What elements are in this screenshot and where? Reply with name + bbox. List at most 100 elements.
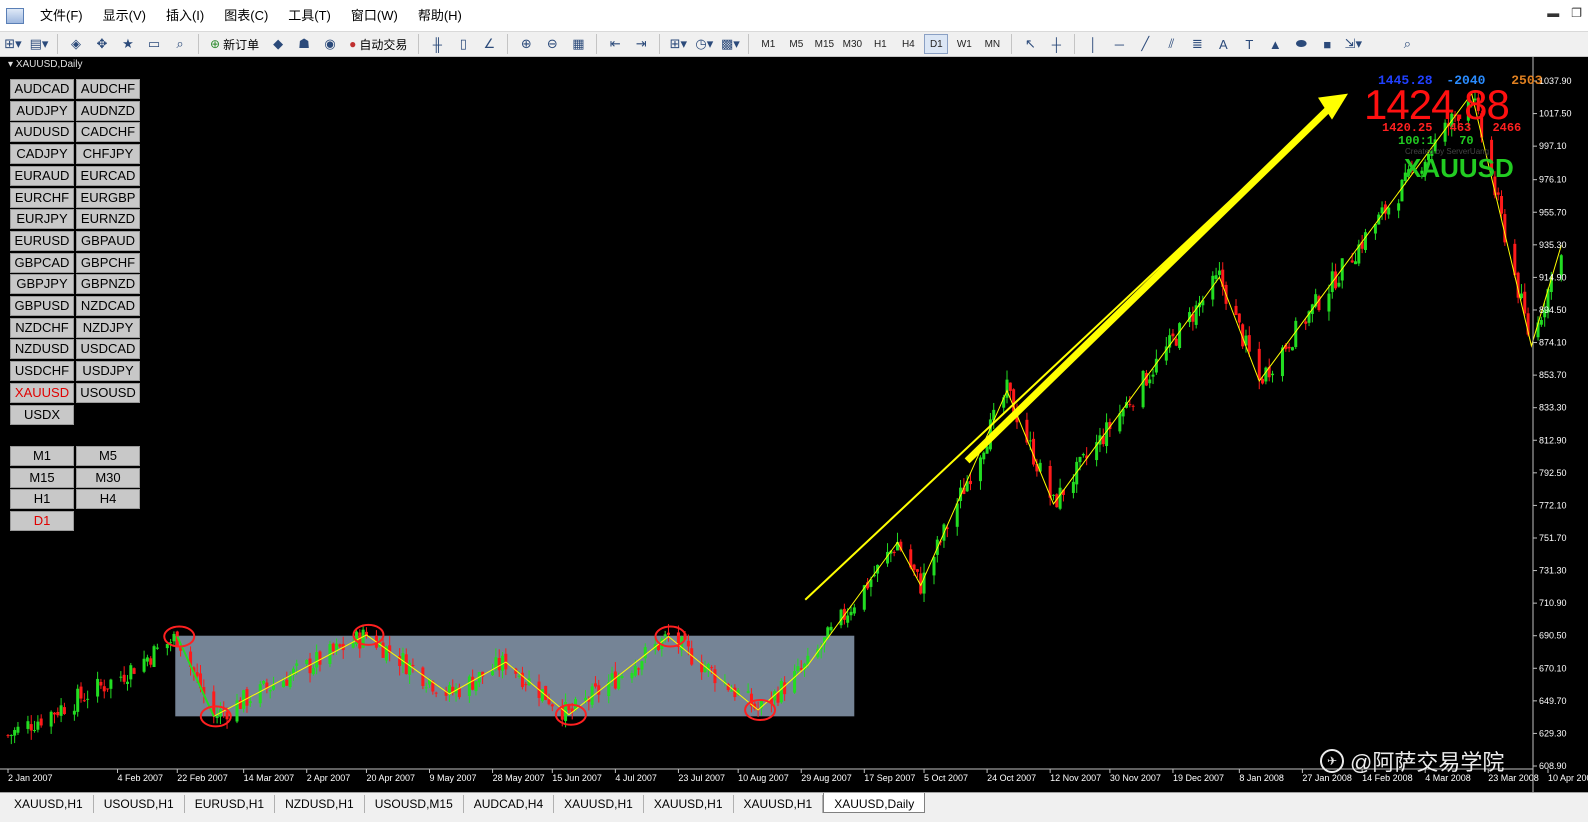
market-icon[interactable]: ◉ (319, 34, 341, 54)
trendline-icon[interactable]: ╱ (1134, 34, 1156, 54)
cursor-icon[interactable]: ↖ (1019, 34, 1041, 54)
tester-icon[interactable]: ⌕ (169, 34, 191, 54)
chart-tab[interactable]: USOUSD,H1 (94, 795, 185, 813)
periods-icon[interactable]: ◷▾ (693, 34, 715, 54)
triangle-tool-icon[interactable]: ▲ (1264, 34, 1286, 54)
indicators-icon[interactable]: ⊞▾ (667, 34, 689, 54)
menu-item[interactable]: 显示(V) (93, 0, 156, 31)
timeframe-m1-button[interactable]: M1 (756, 34, 780, 54)
symbol-button-usdjpy[interactable]: USDJPY (76, 361, 140, 382)
symbol-button-gbpusd[interactable]: GBPUSD (10, 296, 74, 316)
timeframe-d1-button[interactable]: D1 (924, 34, 949, 54)
chart-tab[interactable]: XAUUSD,H1 (644, 795, 734, 813)
timeframe-m30-button[interactable]: M30 (840, 34, 864, 54)
metaeditor-icon[interactable]: ◆ (267, 34, 289, 54)
timeframe-w1-button[interactable]: W1 (952, 34, 976, 54)
navigator-icon[interactable]: ★ (117, 34, 139, 54)
symbol-button-audcad[interactable]: AUDCAD (10, 79, 74, 99)
profiles-icon[interactable]: ▤▾ (28, 34, 50, 54)
fibonacci-icon[interactable]: ≣ (1186, 34, 1208, 54)
zoom-in-icon[interactable]: ⊕ (515, 34, 537, 54)
timeframe-h1-button[interactable]: H1 (868, 34, 892, 54)
symbol-button-euraud[interactable]: EURAUD (10, 165, 74, 186)
autoscroll-icon[interactable]: ⇤ (604, 34, 626, 54)
arrows-tool-icon[interactable]: ⇲▾ (1342, 34, 1364, 54)
line-chart-icon[interactable]: ∠ (478, 34, 500, 54)
chart-tab[interactable]: AUDCAD,H4 (464, 795, 555, 813)
symbol-button-usousd[interactable]: USOUSD (76, 382, 140, 403)
symbol-button-eurusd[interactable]: EURUSD (10, 230, 74, 251)
symbol-button-nzdchf[interactable]: NZDCHF (10, 317, 74, 338)
symbol-button-audchf[interactable]: AUDCHF (76, 79, 140, 99)
horizontal-line-icon[interactable]: ─ (1108, 34, 1130, 54)
new-chart-icon[interactable]: ⊞▾ (2, 34, 24, 54)
symbol-button-gbpcad[interactable]: GBPCAD (10, 252, 74, 273)
symbol-button-cadjpy[interactable]: CADJPY (10, 144, 74, 165)
chart-tab[interactable]: XAUUSD,Daily (823, 793, 926, 813)
restore-icon[interactable]: ❐ (1571, 6, 1582, 20)
symbol-button-eurnzd[interactable]: EURNZD (76, 209, 140, 230)
label-tool-icon[interactable]: T (1238, 34, 1260, 54)
symbol-button-gbpaud[interactable]: GBPAUD (76, 230, 140, 251)
minimize-icon[interactable]: ▬ (1547, 6, 1559, 20)
menu-item[interactable]: 帮助(H) (408, 0, 472, 31)
text-tool-icon[interactable]: A (1212, 34, 1234, 54)
chart-shift-icon[interactable]: ⇥ (630, 34, 652, 54)
price-chart[interactable]: 1037.90 1017.50 997.10 976.10 955.70 935.30 91… (0, 57, 1588, 792)
timeframe-m5-button[interactable]: M5 (784, 34, 808, 54)
tf-panel-button-m15[interactable]: M15 (10, 467, 74, 488)
menu-item[interactable]: 插入(I) (156, 0, 214, 31)
symbol-button-eurcad[interactable]: EURCAD (76, 165, 140, 186)
symbol-button-eurgbp[interactable]: EURGBP (76, 187, 140, 208)
menu-item[interactable]: 文件(F) (30, 0, 93, 31)
symbol-button-eurchf[interactable]: EURCHF (10, 187, 74, 208)
tf-panel-button-d1[interactable]: D1 (10, 511, 74, 532)
symbol-button-nzdcad[interactable]: NZDCAD (76, 296, 140, 316)
menu-item[interactable]: 工具(T) (278, 0, 341, 31)
auto-trading-button[interactable]: ● 自动交易 (345, 34, 411, 54)
symbol-button-eurjpy[interactable]: EURJPY (10, 209, 74, 230)
tf-panel-button-m5[interactable]: M5 (76, 446, 140, 466)
chart-tab[interactable]: USOUSD,M15 (365, 795, 464, 813)
menu-item[interactable]: 图表(C) (214, 0, 278, 31)
data-window-icon[interactable]: ✥ (91, 34, 113, 54)
tf-panel-button-h1[interactable]: H1 (10, 489, 74, 510)
rectangle-tool-icon[interactable]: ■ (1316, 34, 1338, 54)
zoom-out-icon[interactable]: ⊖ (541, 34, 563, 54)
tf-panel-button-h4[interactable]: H4 (76, 489, 140, 510)
symbol-button-gbpjpy[interactable]: GBPJPY (10, 274, 74, 295)
timeframe-m15-button[interactable]: M15 (812, 34, 836, 54)
symbol-button-xauusd[interactable]: XAUUSD (10, 382, 74, 403)
symbol-button-chfjpy[interactable]: CHFJPY (76, 144, 140, 165)
templates-icon[interactable]: ▩▾ (719, 34, 741, 54)
channel-icon[interactable]: ⫽ (1160, 34, 1182, 54)
symbol-button-usdx[interactable]: USDX (10, 404, 74, 425)
tf-panel-button-m1[interactable]: M1 (10, 446, 74, 466)
ellipse-tool-icon[interactable]: ⬬ (1290, 34, 1312, 54)
symbol-button-nzdusd[interactable]: NZDUSD (10, 339, 74, 360)
chart-tab[interactable]: XAUUSD,H1 (554, 795, 644, 813)
chart-window[interactable]: 1037.90 1017.50 997.10 976.10 955.70 935.30 91… (0, 57, 1588, 792)
market-watch-icon[interactable]: ◈ (65, 34, 87, 54)
bar-chart-icon[interactable]: ╫ (426, 34, 448, 54)
crosshair-icon[interactable]: ┼ (1045, 34, 1067, 54)
timeframe-h4-button[interactable]: H4 (896, 34, 920, 54)
symbol-button-audnzd[interactable]: AUDNZD (76, 100, 140, 121)
terminal-icon[interactable]: ▭ (143, 34, 165, 54)
search-icon[interactable]: ⌕ (1396, 34, 1418, 54)
signals-icon[interactable]: ☗ (293, 34, 315, 54)
candlestick-icon[interactable]: ▯ (452, 34, 474, 54)
chart-tab[interactable]: XAUUSD,H1 (4, 795, 94, 813)
tile-windows-icon[interactable]: ▦ (567, 34, 589, 54)
symbol-button-usdcad[interactable]: USDCAD (76, 339, 140, 360)
vertical-line-icon[interactable]: │ (1082, 34, 1104, 54)
chart-tab[interactable]: XAUUSD,H1 (734, 795, 824, 813)
symbol-button-gbpchf[interactable]: GBPCHF (76, 252, 140, 273)
symbol-button-audusd[interactable]: AUDUSD (10, 122, 74, 143)
symbol-button-nzdjpy[interactable]: NZDJPY (76, 317, 140, 338)
symbol-button-cadchf[interactable]: CADCHF (76, 122, 140, 143)
chart-tab[interactable]: NZDUSD,H1 (275, 795, 365, 813)
tf-panel-button-m30[interactable]: M30 (76, 467, 140, 488)
timeframe-mn-button[interactable]: MN (980, 34, 1004, 54)
symbol-button-audjpy[interactable]: AUDJPY (10, 100, 74, 121)
